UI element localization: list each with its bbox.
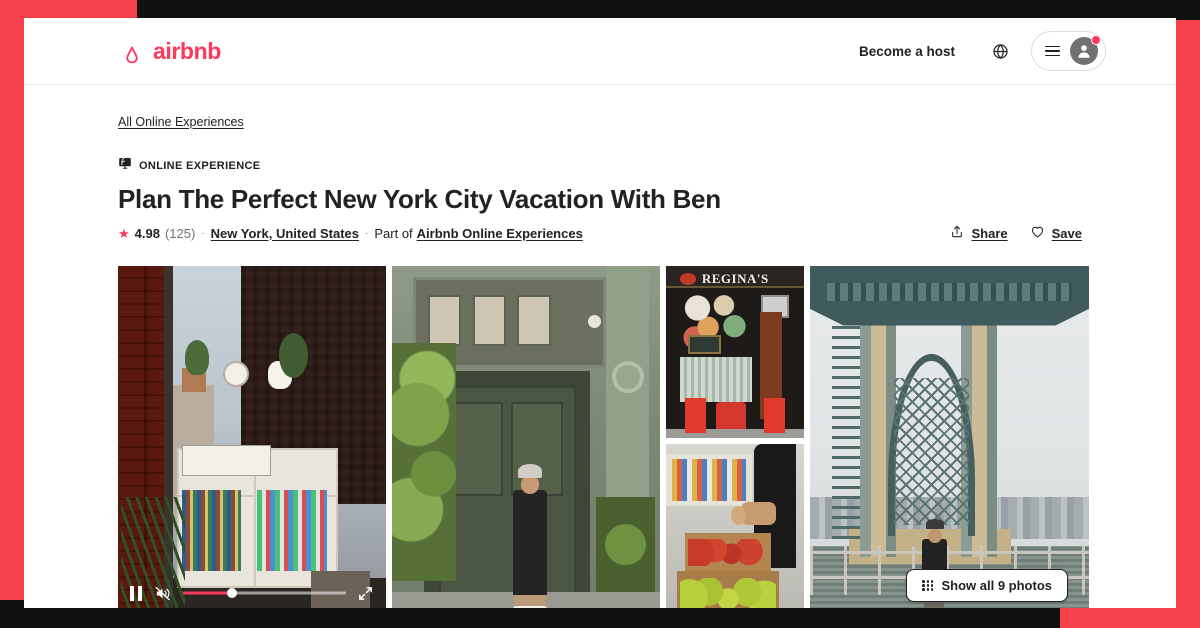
listing-action-buttons: Share Save (950, 224, 1082, 242)
backdrop-dark-top (137, 0, 1200, 18)
photo-green-doorway-man (392, 266, 660, 608)
gallery-photo-manhattan-bridge[interactable] (810, 266, 1089, 608)
hamburger-icon (1045, 45, 1060, 57)
photo-fruit-market-stall (666, 444, 804, 608)
show-all-photos-button[interactable]: Show all 9 photos (906, 569, 1068, 602)
pause-icon[interactable] (130, 585, 142, 601)
page-title: Plan The Perfect New York City Vacation … (118, 184, 721, 214)
part-of-label: Part of (374, 225, 413, 241)
experience-type-badge: ONLINE EXPERIENCE (118, 156, 1082, 175)
meta-separator-2: · (365, 227, 369, 239)
online-broadcast-icon (118, 156, 132, 175)
rating-value: 4.98 (134, 225, 160, 241)
video-progress-bar[interactable] (183, 585, 346, 601)
airbnb-wordmark: airbnb (153, 37, 221, 64)
photo-manhattan-bridge-tower (810, 266, 1089, 608)
user-menu-button[interactable] (1031, 31, 1106, 71)
gallery-photo-fruit-market[interactable] (666, 444, 804, 608)
gallery-video-player[interactable] (118, 266, 386, 608)
backdrop-dark-bottom (137, 608, 1060, 628)
progress-knob[interactable] (226, 588, 237, 598)
listing-location-link[interactable]: New York, United States (211, 226, 359, 241)
breadcrumb-all-online-experiences[interactable]: All Online Experiences (118, 115, 244, 129)
browser-window: airbnb Become a host All Online Experien… (24, 18, 1176, 608)
share-label: Share (971, 225, 1008, 241)
volume-muted-icon[interactable] (153, 585, 172, 602)
save-button[interactable]: Save (1030, 225, 1082, 242)
globe-icon[interactable] (983, 34, 1017, 68)
star-icon: ★ (118, 225, 130, 241)
share-upload-icon (950, 224, 964, 242)
photo-reginas-storefront: REGINA'S (666, 266, 804, 438)
gallery-photo-green-doorway[interactable] (392, 266, 660, 608)
become-a-host-button[interactable]: Become a host (845, 33, 969, 70)
listing-content: All Online Experiences ONLINE EXPERIENCE… (24, 85, 1176, 608)
video-control-bar (118, 570, 386, 608)
header-actions: Become a host (845, 31, 1106, 71)
photo-gallery-grid: REGINA'S Show all 9 photos (118, 266, 1089, 608)
save-label: Save (1051, 225, 1082, 241)
share-button[interactable]: Share (950, 224, 1008, 242)
airbnb-logo[interactable]: airbnb (118, 36, 221, 66)
site-header: airbnb Become a host (24, 18, 1176, 85)
grid-dots-icon (922, 579, 934, 592)
meta-separator-1: · (201, 227, 205, 239)
notification-dot-icon (1091, 35, 1101, 45)
airbnb-belo-icon (118, 36, 146, 66)
review-count: (125) (164, 225, 196, 241)
listing-meta-row: ★ 4.98 (125) · New York, United States ·… (118, 224, 1082, 242)
photo-video-shop-window-books (118, 266, 386, 608)
show-all-photos-label: Show all 9 photos (941, 578, 1052, 593)
gallery-photo-reginas-storefront[interactable]: REGINA'S (666, 266, 804, 438)
experience-type-label: ONLINE EXPERIENCE (139, 159, 261, 172)
rating-group[interactable]: ★ 4.98 (125) (118, 226, 195, 241)
fullscreen-expand-icon[interactable] (357, 585, 374, 602)
heart-icon (1030, 225, 1045, 242)
user-avatar-icon (1070, 35, 1101, 65)
collection-link[interactable]: Airbnb Online Experiences (417, 226, 583, 241)
progress-fill (183, 591, 232, 595)
